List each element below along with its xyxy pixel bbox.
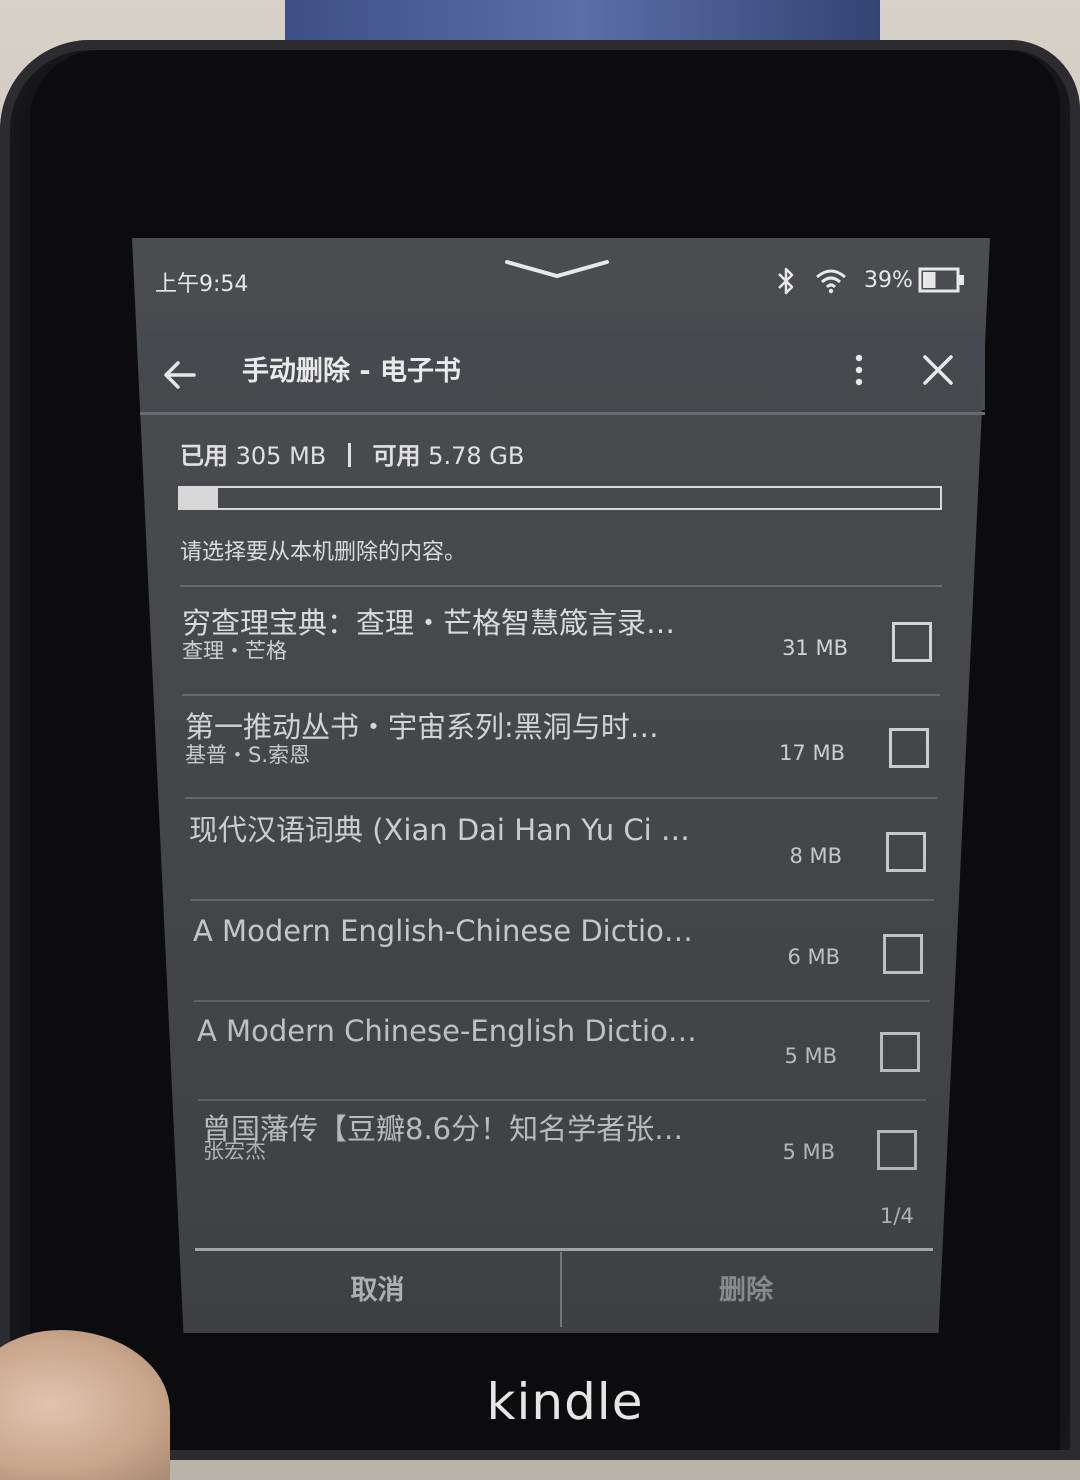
used-value: 305 MB [235,442,327,470]
close-icon[interactable] [920,352,956,388]
pull-down-handle-icon[interactable] [505,258,609,280]
row-divider [180,585,942,587]
used-label: 已用 [180,442,228,470]
battery-percentage: 39% [864,268,913,293]
free-label: 可用 [372,442,421,470]
row-divider [182,694,940,696]
select-checkbox[interactable] [883,934,923,974]
book-size: 8 MB [789,844,842,868]
footer-divider [195,1248,933,1251]
storage-progress-bar [178,486,942,510]
book-size: 6 MB [787,945,840,969]
status-time: 上午9:54 [155,272,249,297]
free-value: 5.78 GB [428,442,525,470]
page-indicator: 1/4 [880,1204,914,1228]
book-author: 查理・芒格 [182,639,287,663]
book-title: 现代汉语词典 (Xian Dai Han Yu Ci … [189,813,690,847]
select-checkbox[interactable] [877,1130,917,1170]
more-options-icon[interactable] [850,352,868,388]
book-author: 张宏杰 [203,1139,266,1163]
book-title: 穷查理宝典：查理・芒格智慧箴言录… [182,606,676,640]
storage-separator [347,443,351,467]
footer-button-separator [560,1252,562,1327]
select-checkbox[interactable] [892,622,932,662]
instructions-text: 请选择要从本机删除的内容。 [180,540,467,565]
device-brand-logo: kindle [486,1373,644,1431]
delete-button[interactable]: 删除 [566,1262,926,1316]
row-divider [194,1000,930,1002]
back-arrow-icon[interactable] [162,358,198,392]
page-title: 手动删除 - 电子书 [242,356,462,387]
row-divider [198,1099,926,1101]
row-divider [185,797,937,799]
book-title: A Modern English-Chinese Dictio… [193,914,693,948]
cancel-button[interactable]: 取消 [200,1262,555,1316]
book-author: 基普・S.索恩 [185,743,311,767]
book-title: A Modern Chinese-English Dictio… [197,1014,697,1048]
book-size: 5 MB [784,1044,837,1068]
book-size: 17 MB [779,741,845,765]
book-title: 第一推动丛书・宇宙系列:黑洞与时… [185,710,659,744]
book-title: 曾国藩传【豆瓣8.6分！知名学者张… [202,1112,684,1146]
header-divider [140,412,985,415]
select-checkbox[interactable] [889,728,929,768]
storage-summary: 已用 305 MB 可用 5.78 GB [180,438,524,474]
book-size: 31 MB [782,636,848,660]
select-checkbox[interactable] [886,832,926,872]
bluetooth-icon [778,267,794,295]
select-checkbox[interactable] [880,1032,920,1072]
wifi-icon [816,269,846,294]
book-size: 5 MB [782,1140,835,1164]
row-divider [190,899,934,901]
battery-icon [918,267,964,293]
storage-progress-fill [180,488,218,508]
